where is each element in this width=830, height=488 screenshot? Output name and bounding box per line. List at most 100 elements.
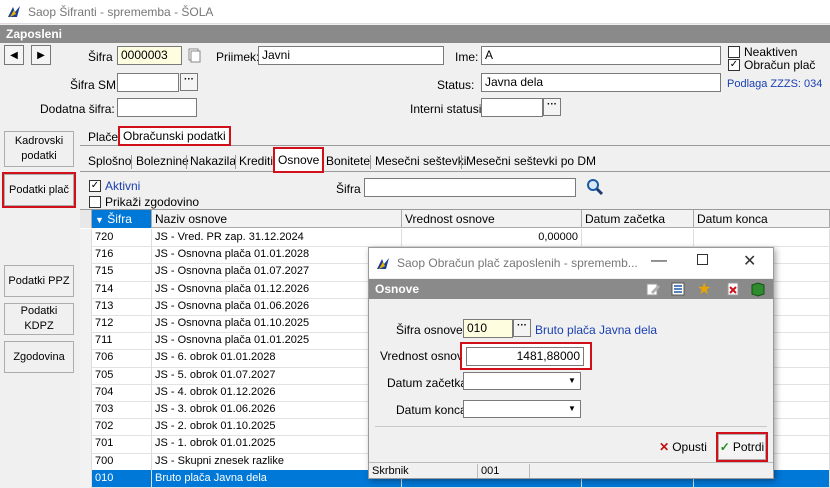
- tab-obracunski-podatki[interactable]: Obračunski podatki: [118, 126, 231, 146]
- sidebar-podatki-kdpz[interactable]: Podatki KDPZ: [4, 303, 74, 335]
- section-header: Zaposleni: [0, 25, 830, 43]
- filter-sifra-input[interactable]: [364, 178, 576, 197]
- dialog-section-header: Osnove: [369, 279, 773, 299]
- datum-zacetka-combo[interactable]: ▼: [463, 372, 581, 390]
- copy-icon[interactable]: [186, 47, 202, 63]
- sifra-sm-label: Šifra SM: [70, 78, 117, 92]
- cell-naziv: JS - Osnovna plača 01.12.2026: [152, 280, 402, 299]
- status-input[interactable]: Javna dela: [481, 73, 721, 92]
- column-header-vrednost[interactable]: Vrednost osnove: [402, 210, 582, 228]
- sifra-osnove-browse-button[interactable]: ···: [513, 319, 531, 337]
- tab-splosno[interactable]: Splošno: [88, 154, 131, 168]
- minimize-button[interactable]: —: [651, 252, 667, 270]
- cell-sifra: 715: [92, 263, 152, 282]
- sifra-sm-input[interactable]: [117, 73, 179, 92]
- cell-naziv: JS - Vred. PR zap. 31.12.2024: [152, 229, 402, 247]
- opusti-button[interactable]: ✕ Opusti: [653, 434, 713, 460]
- priimek-label: Priimek:: [216, 50, 260, 64]
- priimek-input[interactable]: Javni: [258, 46, 444, 65]
- cell-naziv: Bruto plača Javna dela: [152, 469, 402, 488]
- obracun-label: Obračun plač: [744, 58, 816, 72]
- tab-nakazila[interactable]: Nakazila: [190, 154, 236, 168]
- table-row[interactable]: 720 JS - Vred. PR zap. 31.12.2024 0,00000: [80, 229, 830, 248]
- sidebar-zgodovina[interactable]: Zgodovina: [4, 341, 74, 373]
- neaktiven-checkbox[interactable]: [728, 46, 740, 58]
- row-indicator: [80, 418, 92, 437]
- interni-statusi-browse-button[interactable]: ···: [543, 98, 561, 116]
- row-indicator: [80, 469, 92, 488]
- obracun-checkbox[interactable]: ✓: [728, 59, 740, 71]
- confirm-check-icon: ✓: [719, 440, 730, 454]
- sidebar-kadrovski-podatki[interactable]: Kadrovski podatki: [4, 131, 74, 167]
- aktivni-checkbox[interactable]: ✓: [89, 180, 101, 192]
- table-header: ▼ Šifra Naziv osnove Vrednost osnove Dat…: [80, 210, 830, 228]
- sifra-sm-browse-button[interactable]: ···: [180, 73, 198, 91]
- podlaga-text: Podlaga ZZZS: 034: [727, 78, 823, 90]
- sidebar-podatki-plac[interactable]: Podatki plač: [2, 172, 76, 208]
- datum-konca-label: Datum konca: [396, 403, 467, 417]
- datum-zacetka-label: Datum začetka: [387, 376, 468, 390]
- sifra-osnove-input[interactable]: 010: [463, 319, 513, 338]
- row-indicator: [80, 435, 92, 454]
- tab-separator: [461, 155, 462, 169]
- datum-konca-combo[interactable]: ▼: [463, 400, 581, 418]
- cell-naziv: JS - 6. obrok 01.01.2028: [152, 349, 402, 368]
- delete-icon[interactable]: [725, 281, 741, 297]
- row-indicator-header: [80, 210, 92, 228]
- row-indicator: [80, 263, 92, 282]
- row-indicator: [80, 366, 92, 385]
- dodatna-sifra-input[interactable]: [117, 98, 197, 117]
- maximize-button[interactable]: [697, 254, 708, 265]
- edit-icon[interactable]: [645, 281, 661, 297]
- row-indicator: [80, 349, 92, 368]
- ime-input[interactable]: A: [481, 46, 721, 65]
- sort-desc-icon: ▼: [95, 215, 104, 225]
- potrdi-button[interactable]: ✓ Potrdi: [716, 432, 768, 462]
- cell-sifra: 706: [92, 349, 152, 368]
- tab-mesecni-sestevki-po-dm[interactable]: Mesečni seštevki po DM: [466, 154, 596, 168]
- book-icon[interactable]: [750, 281, 766, 297]
- cell-naziv: JS - 4. obrok 01.12.2026: [152, 383, 402, 402]
- osnove-dialog: Saop Obračun plač zaposlenih - sprememb.…: [368, 247, 774, 479]
- cell-datum-konca: [694, 229, 830, 247]
- prev-record-button[interactable]: ◀: [4, 45, 24, 65]
- cell-sifra: 700: [92, 452, 152, 471]
- favorite-star-icon[interactable]: ★: [697, 279, 711, 299]
- close-button[interactable]: ✕: [743, 251, 756, 271]
- column-header-sifra[interactable]: ▼ Šifra: [92, 210, 152, 228]
- app-icon: [8, 6, 20, 17]
- column-header-datum-zacetka[interactable]: Datum začetka: [582, 210, 694, 228]
- cell-sifra: 720: [92, 229, 152, 247]
- list-icon[interactable]: [670, 281, 686, 297]
- cell-naziv: JS - Osnovna plača 01.10.2025: [152, 315, 402, 333]
- tab-place[interactable]: Plače: [88, 130, 118, 144]
- opusti-label: Opusti: [672, 440, 707, 454]
- interni-statusi-input[interactable]: [481, 98, 543, 117]
- column-header-naziv[interactable]: Naziv osnove: [152, 210, 402, 228]
- tab-osnove[interactable]: Osnove: [272, 147, 325, 173]
- tab-separator: [186, 155, 187, 169]
- search-icon[interactable]: [586, 178, 604, 196]
- sidebar-podatki-ppz[interactable]: Podatki PPZ: [4, 265, 74, 297]
- status-divider: [529, 464, 530, 478]
- chevron-down-icon[interactable]: ▼: [564, 401, 580, 417]
- cell-sifra: 714: [92, 280, 152, 299]
- dialog-status-bar: Skrbnik 001: [369, 462, 773, 479]
- tab-mesecni-sestevki[interactable]: Mesečni seštevki: [375, 154, 466, 168]
- vrednost-osnove-input[interactable]: 1481,88000: [466, 347, 584, 366]
- status-divider: [477, 464, 478, 478]
- prikazi-zgodovino-label: Prikaži zgodovino: [105, 195, 200, 209]
- vrednost-osnove-label: Vrednost osnove: [380, 349, 470, 363]
- tab-separator: [370, 155, 371, 169]
- next-record-button[interactable]: ▶: [31, 45, 51, 65]
- cell-naziv: JS - Osnovna plača 01.01.2028: [152, 246, 402, 265]
- chevron-down-icon[interactable]: ▼: [564, 373, 580, 389]
- app-icon: [377, 258, 389, 269]
- tab-bonitete[interactable]: Bonitete: [326, 154, 370, 168]
- sifra-input[interactable]: 0000003: [117, 46, 182, 65]
- prikazi-zgodovino-checkbox[interactable]: [89, 196, 101, 208]
- tab-boleznine[interactable]: Boleznine: [136, 154, 189, 168]
- tab-krediti[interactable]: Krediti: [239, 154, 273, 168]
- cell-sifra: 711: [92, 332, 152, 351]
- column-header-datum-konca[interactable]: Datum konca: [694, 210, 830, 228]
